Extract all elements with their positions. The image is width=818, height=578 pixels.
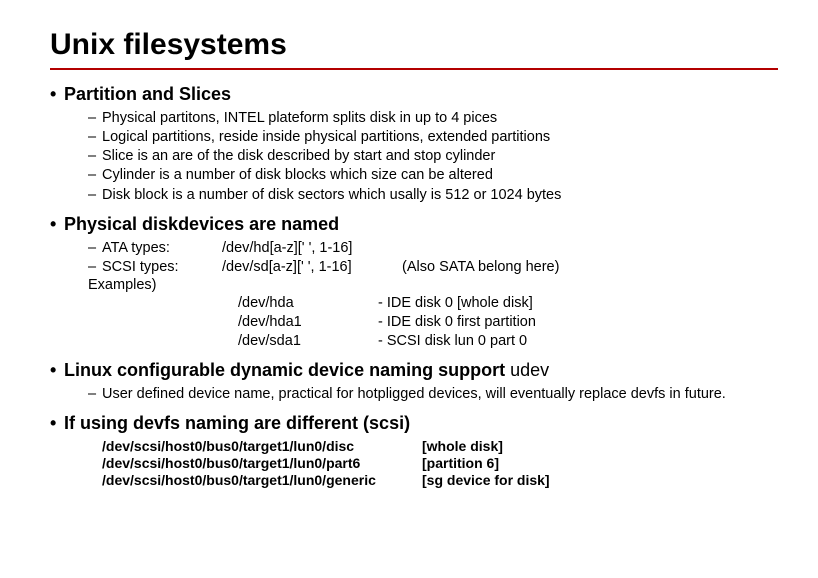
item-text: Logical partitions, reside inside physic…: [102, 129, 550, 145]
dash-icon: –: [88, 385, 96, 403]
section-heading-devfs: • If using devfs naming are different (s…: [50, 413, 778, 434]
example-dev: /dev/sda1: [238, 332, 378, 350]
heading-text: Partition and Slices: [64, 84, 231, 104]
section-heading-diskdevices: • Physical diskdevices are named: [50, 214, 778, 235]
section-heading-linux: • Linux configurable dynamic device nami…: [50, 360, 778, 381]
list-item: –Physical partitons, INTEL plateform spl…: [50, 109, 778, 127]
devfs-path: /dev/scsi/host0/bus0/target1/lun0/disc: [102, 438, 422, 454]
list-item: –Disk block is a number of disk sectors …: [50, 186, 778, 204]
bullet-icon: •: [50, 360, 56, 381]
type-note: [402, 239, 778, 257]
bullet-icon: •: [50, 214, 56, 235]
bullet-icon: •: [50, 413, 56, 434]
dash-icon: –: [88, 186, 96, 204]
example-dev: /dev/hda: [238, 294, 378, 312]
bullet-icon: •: [50, 84, 56, 105]
example-dev: /dev/hda1: [238, 313, 378, 331]
devfs-desc: [partition 6]: [422, 455, 778, 471]
dash-icon: –: [88, 109, 96, 127]
dash-icon: –: [88, 147, 96, 165]
devfs-row: /dev/scsi/host0/bus0/target1/lun0/part6 …: [50, 455, 778, 471]
devfs-desc: [sg device for disk]: [422, 472, 778, 488]
dash-icon: –: [50, 258, 102, 276]
slide: Unix filesystems • Partition and Slices …: [0, 0, 818, 509]
type-label: SCSI types:: [102, 258, 222, 276]
item-text: User defined device name, practical for …: [102, 386, 726, 402]
slide-title: Unix filesystems: [50, 28, 778, 62]
heading-text: If using devfs naming are different (scs…: [64, 413, 410, 433]
devfs-desc: [whole disk]: [422, 438, 778, 454]
devfs-row: /dev/scsi/host0/bus0/target1/lun0/generi…: [50, 472, 778, 488]
list-item: –Logical partitions, reside inside physi…: [50, 128, 778, 146]
item-text: Disk block is a number of disk sectors w…: [102, 187, 561, 203]
section-heading-partition: • Partition and Slices: [50, 84, 778, 105]
example-row: /dev/sda1 - SCSI disk lun 0 part 0: [50, 332, 778, 350]
item-text: Cylinder is a number of disk blocks whic…: [102, 167, 493, 183]
title-rule: [50, 68, 778, 70]
devfs-path: /dev/scsi/host0/bus0/target1/lun0/generi…: [102, 472, 422, 488]
list-item: –Slice is an are of the disk described b…: [50, 147, 778, 165]
examples-label: Examples): [50, 277, 778, 293]
example-desc: - SCSI disk lun 0 part 0: [378, 332, 778, 350]
type-row: – SCSI types: /dev/sd[a-z][' ', 1-16] (A…: [50, 258, 778, 276]
item-text: Physical partitons, INTEL plateform spli…: [102, 110, 497, 126]
devfs-row: /dev/scsi/host0/bus0/target1/lun0/disc […: [50, 438, 778, 454]
type-pattern: /dev/hd[a-z][' ', 1-16]: [222, 239, 402, 257]
item-text: Slice is an are of the disk described by…: [102, 148, 495, 164]
devfs-path: /dev/scsi/host0/bus0/target1/lun0/part6: [102, 455, 422, 471]
example-row: /dev/hda - IDE disk 0 [whole disk]: [50, 294, 778, 312]
example-desc: - IDE disk 0 first partition: [378, 313, 778, 331]
type-pattern: /dev/sd[a-z][' ', 1-16]: [222, 258, 402, 276]
dash-icon: –: [50, 239, 102, 257]
example-row: /dev/hda1 - IDE disk 0 first partition: [50, 313, 778, 331]
heading-text-suffix: udev: [510, 360, 549, 380]
dash-icon: –: [88, 128, 96, 146]
heading-text-prefix: Linux configurable dynamic device naming…: [64, 360, 510, 380]
type-label: ATA types:: [102, 239, 222, 257]
list-item: –Cylinder is a number of disk blocks whi…: [50, 166, 778, 184]
list-item: –User defined device name, practical for…: [50, 385, 778, 403]
type-row: – ATA types: /dev/hd[a-z][' ', 1-16]: [50, 239, 778, 257]
heading-text: Physical diskdevices are named: [64, 214, 339, 234]
example-desc: - IDE disk 0 [whole disk]: [378, 294, 778, 312]
type-note: (Also SATA belong here): [402, 258, 778, 276]
dash-icon: –: [88, 166, 96, 184]
